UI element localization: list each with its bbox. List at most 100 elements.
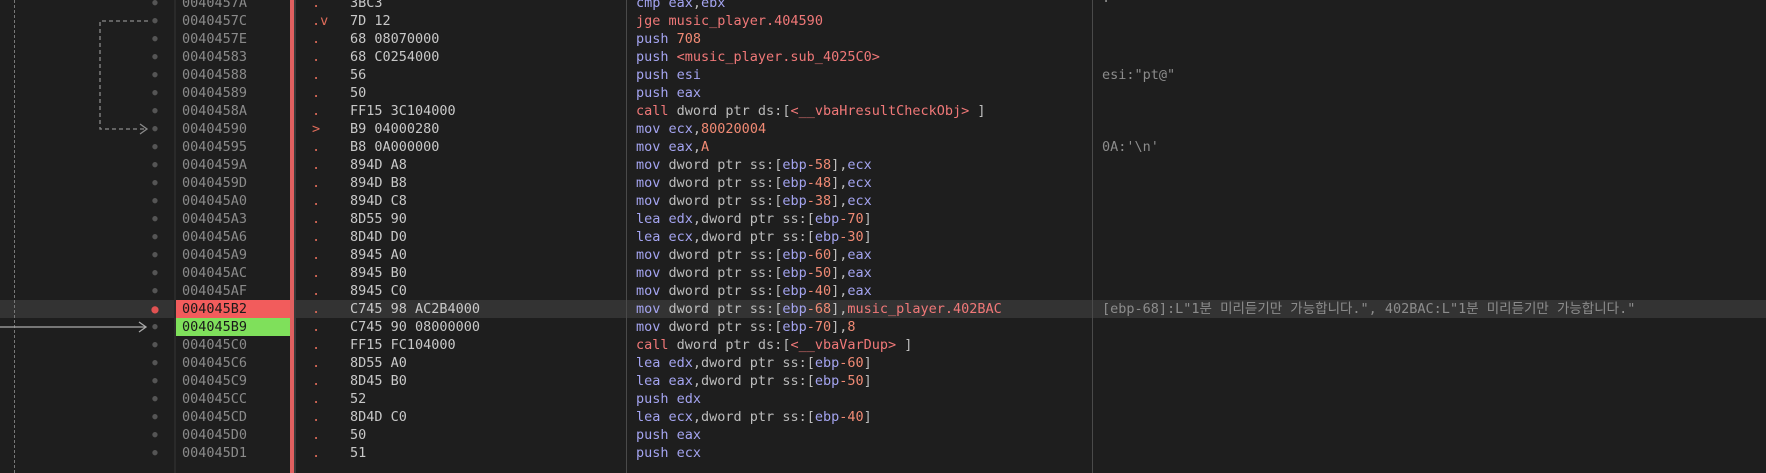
instruction-text[interactable]: call dword ptr ds:[<__vbaVarDup> ] <box>636 336 912 354</box>
instruction-row[interactable]: ● 004045A6. 8D4D D0 lea ecx,dword ptr ss:[e… <box>0 228 1766 246</box>
address-cell[interactable]: 00404589 <box>176 84 296 102</box>
instruction-row[interactable]: ● 0040458A. FF15 3C104000 call dword ptr ds… <box>0 102 1766 120</box>
instruction-text[interactable]: lea eax,dword ptr ss:[ebp-50] <box>636 372 872 390</box>
address-cell[interactable]: 004045CC <box>176 390 296 408</box>
address-cell[interactable]: 004045C9 <box>176 372 296 390</box>
instruction-row[interactable]: ● 004045A9. 8945 A0 mov dword ptr ss:[ebp-6… <box>0 246 1766 264</box>
flow-marker: . <box>312 229 321 245</box>
instruction-text[interactable]: mov dword ptr ss:[ebp-40],eax <box>636 282 872 300</box>
asm-token: eax <box>847 247 872 263</box>
flow-marker: . <box>312 373 321 389</box>
asm-token: , <box>692 139 702 155</box>
flow-marker: . <box>312 391 321 407</box>
asm-token: ebp <box>782 319 807 335</box>
disassembly-view[interactable]: ● 0040457A. 3BC3 cmp eax,ebx ● 0040457C .v 7D 1… <box>0 0 1766 473</box>
address-cell[interactable]: 00404588 <box>176 66 296 84</box>
address-cell[interactable]: 0040457C <box>176 12 296 30</box>
address-cell[interactable]: 004045AC <box>176 264 296 282</box>
instruction-row[interactable]: ● 004045C0. FF15 FC104000 call dword ptr ds… <box>0 336 1766 354</box>
instruction-row[interactable]: ● 004045A3. 8D55 90 lea edx,dword ptr ss:[e… <box>0 210 1766 228</box>
instruction-row[interactable]: ● 0040459A. 894D A8 mov dword ptr ss:[ebp-5… <box>0 156 1766 174</box>
address-cell[interactable]: 004045CD <box>176 408 296 426</box>
instruction-row[interactable]: ● 004045AF. 8945 C0 mov dword ptr ss:[ebp-4… <box>0 282 1766 300</box>
address-cell[interactable]: 0040459D <box>176 174 296 192</box>
instruction-row[interactable]: ● 0040457C .v 7D 12 jge music_player.404590 <box>0 12 1766 30</box>
instruction-text[interactable]: lea edx,dword ptr ss:[ebp-70] <box>636 210 872 228</box>
asm-token: ], <box>831 301 848 317</box>
address-cell[interactable]: 0040457E <box>176 30 296 48</box>
opcode-bytes: 56 <box>350 67 367 83</box>
instruction-row[interactable]: ● 004045B9. C745 90 08000000 mov dword ptr … <box>0 318 1766 336</box>
address-cell[interactable]: 004045D1 <box>176 444 296 462</box>
instruction-row[interactable]: ● 004045D0. 50 push eax <box>0 426 1766 444</box>
instruction-text[interactable]: push eax <box>636 426 701 444</box>
instruction-text[interactable]: push esi <box>636 66 701 84</box>
address-cell[interactable]: 004045B2 <box>176 300 296 318</box>
instruction-row[interactable]: ● 00404583. 68 C0254000 push <music_player.… <box>0 48 1766 66</box>
instruction-text[interactable]: mov ecx,80020004 <box>636 120 766 138</box>
instruction-row[interactable]: ● 004045CC. 52 push edx <box>0 390 1766 408</box>
address-cell[interactable]: 0040457A <box>176 0 296 12</box>
address-cell[interactable]: 0040459A <box>176 156 296 174</box>
instruction-text[interactable]: lea ecx,dword ptr ss:[ebp-30] <box>636 228 872 246</box>
instruction-text[interactable]: mov eax,A <box>636 138 709 156</box>
address-cell[interactable]: 00404583 <box>176 48 296 66</box>
instruction-text[interactable]: push 708 <box>636 30 701 48</box>
instruction-text[interactable]: call dword ptr ds:[<__vbaHresultCheckObj… <box>636 102 986 120</box>
instruction-row[interactable]: ● 0040457E. 68 08070000 push 708 <box>0 30 1766 48</box>
instruction-row[interactable]: ● 00404588. 56 push esi esi:"pt@" <box>0 66 1766 84</box>
asm-token: ds: <box>757 103 783 119</box>
instruction-text[interactable]: lea edx,dword ptr ss:[ebp-60] <box>636 354 872 372</box>
address-cell[interactable]: 004045C0 <box>176 336 296 354</box>
instruction-row[interactable]: ● 004045CD. 8D4D C0 lea ecx,dword ptr ss:[e… <box>0 408 1766 426</box>
instruction-row[interactable]: ● 0040459D. 894D B8 mov dword ptr ss:[ebp-4… <box>0 174 1766 192</box>
address-cell[interactable]: 004045AF <box>176 282 296 300</box>
address-cell[interactable]: 00404595 <box>176 138 296 156</box>
instruction-text[interactable]: jge music_player.404590 <box>636 12 823 30</box>
instruction-row[interactable]: ● 004045AC. 8945 B0 mov dword ptr ss:[ebp-5… <box>0 264 1766 282</box>
instruction-text[interactable]: push <music_player.sub_4025C0> <box>636 48 880 66</box>
asm-token: 708 <box>676 31 702 47</box>
flow-marker: . <box>312 427 321 443</box>
address-cell[interactable]: 004045A6 <box>176 228 296 246</box>
asm-token: edx <box>676 391 702 407</box>
instruction-text[interactable]: push ecx <box>636 444 701 462</box>
instruction-text[interactable]: mov dword ptr ss:[ebp-48],ecx <box>636 174 872 192</box>
instruction-text[interactable]: cmp eax,ebx <box>636 0 725 12</box>
instruction-row[interactable]: ● 004045C9. 8D45 B0 lea eax,dword ptr ss:[e… <box>0 372 1766 390</box>
instruction-text[interactable]: push edx <box>636 390 701 408</box>
instruction-row[interactable]: ● 0040457A. 3BC3 cmp eax,ebx <box>0 0 1766 12</box>
instruction-row[interactable]: ● 004045A0. 894D C8 mov dword ptr ss:[ebp-3… <box>0 192 1766 210</box>
instruction-text[interactable]: mov dword ptr ss:[ebp-38],ecx <box>636 192 872 210</box>
instruction-row[interactable]: ● 004045C6. 8D55 A0 lea edx,dword ptr ss:[e… <box>0 354 1766 372</box>
instruction-text[interactable]: mov dword ptr ss:[ebp-70],8 <box>636 318 856 336</box>
instruction-row[interactable]: ● 004045B2. C745 98 AC2B4000 mov dword ptr … <box>0 300 1766 318</box>
address-cell[interactable]: 004045A3 <box>176 210 296 228</box>
instruction-row[interactable]: ● 004045D1. 51 push ecx <box>0 444 1766 462</box>
address-cell[interactable]: 00404590 <box>176 120 296 138</box>
address-cell[interactable]: 004045A9 <box>176 246 296 264</box>
instruction-row[interactable]: ● 00404590 > B9 04000280 mov ecx,80020004 <box>0 120 1766 138</box>
flow-marker: . <box>312 211 321 227</box>
address-cell[interactable]: 004045B9 <box>176 318 296 336</box>
instruction-text[interactable]: mov dword ptr ss:[ebp-58],ecx <box>636 156 872 174</box>
address-cell[interactable]: 004045D0 <box>176 426 296 444</box>
address-cell[interactable]: 004045C6 <box>176 354 296 372</box>
instruction-text[interactable]: push eax <box>636 84 701 102</box>
address-cell[interactable]: 004045A0 <box>176 192 296 210</box>
instruction-text[interactable]: lea ecx,dword ptr ss:[ebp-40] <box>636 408 872 426</box>
opcode-bytes: C745 90 08000000 <box>350 319 481 335</box>
instruction-row[interactable]: ● 00404589. 50 push eax <box>0 84 1766 102</box>
asm-token: mov <box>636 193 669 209</box>
asm-token: push <box>636 427 677 443</box>
instruction-text[interactable]: mov dword ptr ss:[ebp-60],eax <box>636 246 872 264</box>
instruction-row[interactable]: ● 00404595. B8 0A000000 mov eax,A 0A:'\n' <box>0 138 1766 156</box>
asm-token: -38 <box>806 193 832 209</box>
asm-token: ] <box>863 409 872 425</box>
asm-token: ss: <box>749 175 775 191</box>
address-cell[interactable]: 0040458A <box>176 102 296 120</box>
marker-separator <box>294 0 296 473</box>
instruction-text[interactable]: mov dword ptr ss:[ebp-68],music_player.4… <box>636 300 1002 318</box>
asm-token: lea <box>636 229 669 245</box>
instruction-text[interactable]: mov dword ptr ss:[ebp-50],eax <box>636 264 872 282</box>
